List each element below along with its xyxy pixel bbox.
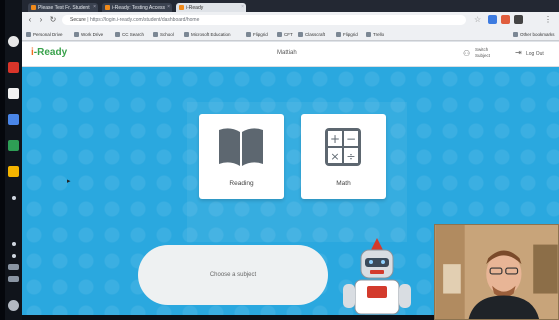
bookmarks-bar: Personal Drive Work Drive CC Search Scho… [22,28,559,41]
extension-icon[interactable] [501,15,510,24]
bookmark[interactable]: Personal Drive [26,31,63,39]
secure-label: Secure [70,17,86,23]
os-shelf [5,0,22,320]
tab-label: Please Test Fr. Student [38,5,90,11]
shelf-dot [12,254,16,258]
book-icon [219,128,263,166]
bookmark[interactable]: Microsoft Education [184,31,231,39]
tab-favicon [105,5,110,10]
switch-user-icon[interactable]: ⚇ [463,49,472,58]
close-icon[interactable]: × [167,4,170,10]
bookmark[interactable]: Flipgrid [336,31,358,39]
logo-text: -Ready [33,47,68,58]
bookmark[interactable]: Trello [366,31,384,39]
tab-favicon [31,5,36,10]
url-text: https://login.i-ready.com/student/dashbo… [89,17,200,23]
bookmark[interactable]: Flipgrid [246,31,268,39]
reading-card[interactable]: Reading [199,114,284,199]
extension-icon[interactable] [514,15,523,24]
back-icon[interactable]: ‹ [25,15,35,25]
bookmark[interactable]: CFT [277,31,293,39]
calculator-icon: + − × ÷ [325,128,361,166]
screen-bottom-edge [22,315,434,320]
shelf-dot [12,242,16,246]
menu-icon[interactable]: ⋮ [544,15,553,24]
webcam-overlay [434,224,559,320]
tab-please-test[interactable]: Please Test Fr. Student × [28,3,98,12]
chrome-icon[interactable] [8,36,19,47]
close-icon[interactable]: × [93,4,96,10]
tab-iready-testing[interactable]: i-Ready: Testing Access × [102,3,172,12]
math-label: Math [336,180,351,187]
robot-mascot [343,238,411,315]
docs-icon[interactable] [8,114,19,125]
extension-icon[interactable] [488,15,497,24]
choose-subject-bubble: Choose a subject [138,245,328,305]
browser-chrome: Please Test Fr. Student × i-Ready: Testi… [22,0,559,42]
screen: Please Test Fr. Student × i-Ready: Testi… [0,0,559,320]
youtube-icon[interactable] [8,62,19,73]
mouse-cursor-icon: ▸ [67,178,71,185]
bookmark[interactable]: Classcraft [298,31,325,39]
iready-logo[interactable]: i-Ready [31,47,67,58]
other-bookmarks[interactable]: Other bookmarks [513,31,555,39]
tab-favicon [179,5,184,10]
bookmark[interactable]: School [153,31,174,39]
tab-strip: Please Test Fr. Student × i-Ready: Testi… [22,0,559,12]
student-name: Mattiah [277,50,297,56]
star-icon[interactable]: ☆ [474,15,483,24]
avatar[interactable] [8,300,19,311]
svg-text:×: × [330,150,339,163]
logout-button[interactable]: Log Out [526,51,544,57]
math-card[interactable]: + − × ÷ Math [301,114,386,199]
gmail-icon[interactable] [8,88,19,99]
tab-label: i-Ready: Testing Access [112,5,165,11]
battery-icon[interactable] [8,276,19,282]
bookmark[interactable]: CC Search [115,31,144,39]
tab-iready[interactable]: i-Ready × [176,3,246,12]
reload-icon[interactable]: ↻ [48,15,58,25]
forward-icon[interactable]: › [36,15,46,25]
switch-subject-button[interactable]: Switch Subject [475,47,490,59]
sheets-icon[interactable] [8,140,19,151]
svg-text:−: − [346,132,356,146]
reading-label: Reading [229,180,254,187]
navigation-bar: ‹ › ↻ Secure | https://login.i-ready.com… [22,12,559,28]
shelf-dot [12,196,16,200]
slides-icon[interactable] [8,166,19,177]
wifi-icon[interactable] [8,264,19,270]
address-bar[interactable]: Secure | https://login.i-ready.com/stude… [62,15,466,25]
logout-icon[interactable]: ⇥ [515,48,522,57]
svg-text:+: + [330,132,340,146]
tab-label: i-Ready [186,5,204,11]
svg-text:÷: ÷ [346,150,355,163]
bookmark[interactable]: Work Drive [74,31,103,39]
app-header: i-Ready Mattiah ⚇ Switch Subject ⇥ Log O… [22,42,559,67]
close-icon[interactable]: × [241,4,244,10]
switch-label-2: Subject [475,53,491,58]
